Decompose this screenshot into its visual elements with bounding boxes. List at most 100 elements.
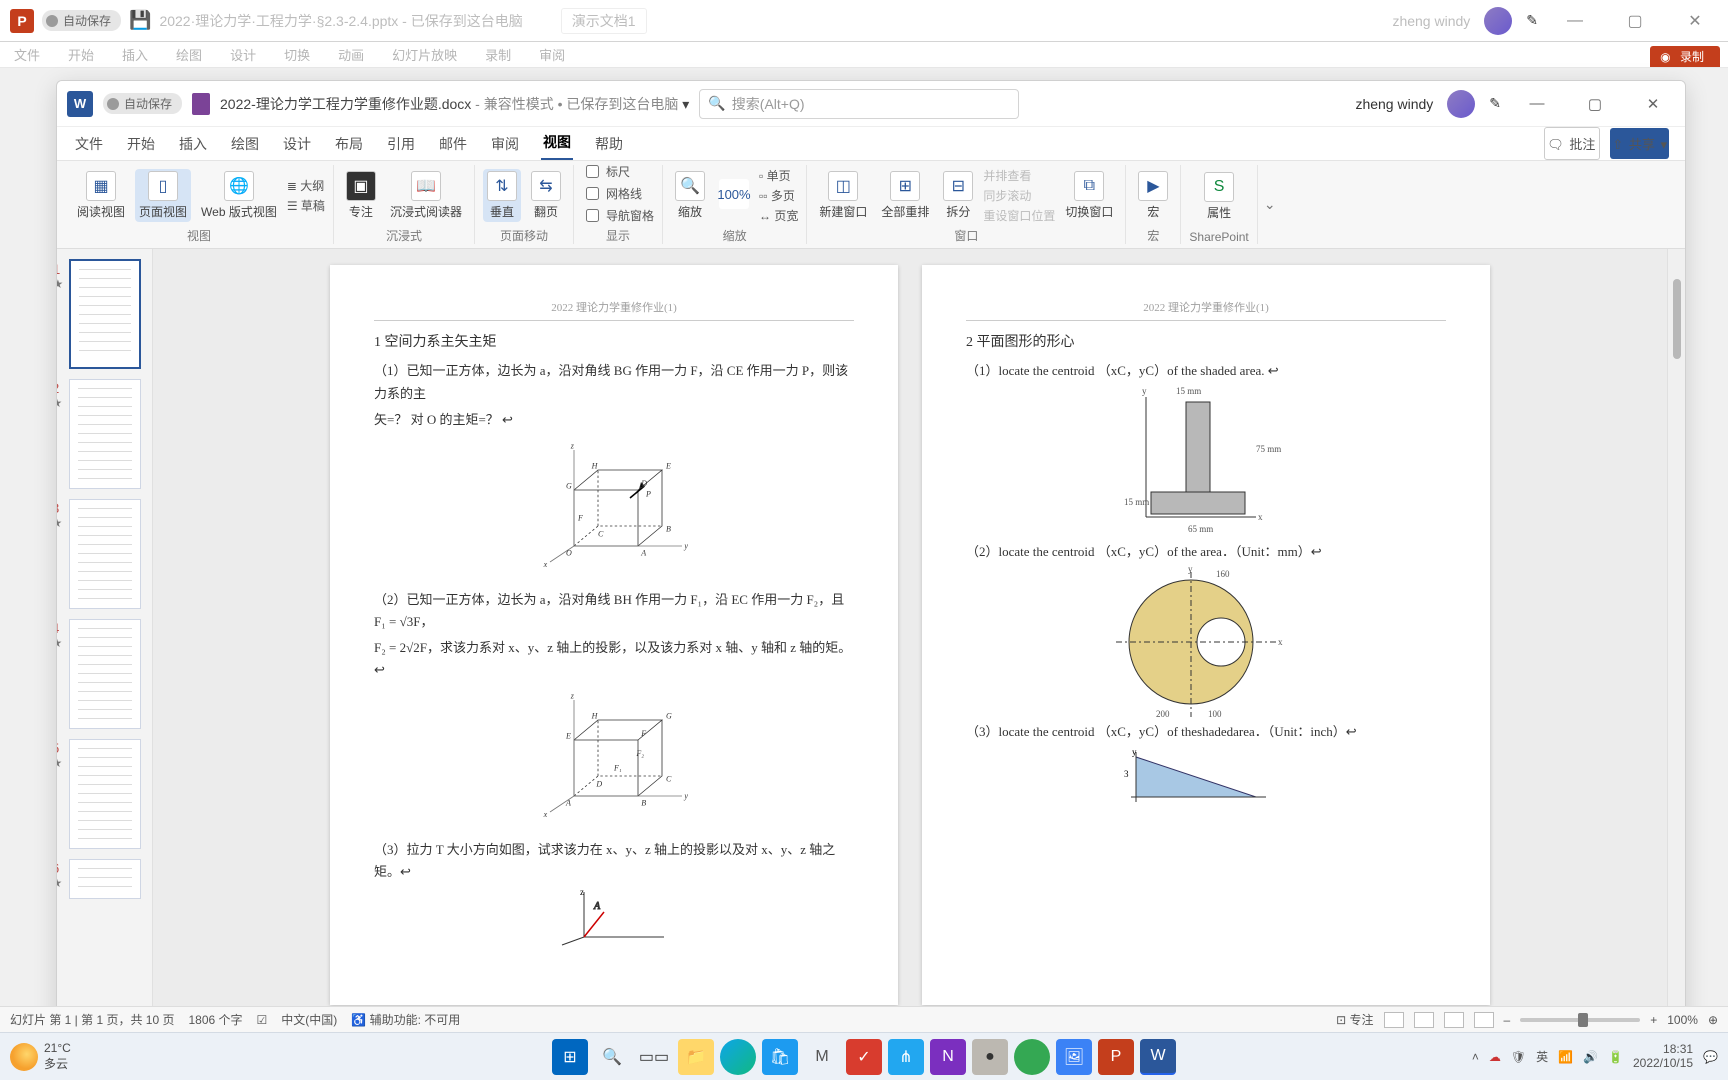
vertical-scrollbar[interactable]: [1667, 249, 1685, 1079]
arrange-all-button[interactable]: ⊞全部重排: [877, 169, 933, 222]
word-user-avatar[interactable]: [1447, 90, 1475, 118]
language-icon[interactable]: 英: [1536, 1048, 1548, 1065]
tab-home[interactable]: 开始: [125, 128, 157, 160]
focus-mode-button[interactable]: ▣专注: [342, 169, 380, 222]
pp-minimize-button[interactable]: —: [1552, 12, 1598, 30]
slideshow-view-button[interactable]: [1474, 1012, 1494, 1028]
print-layout-button[interactable]: ▯页面视图: [135, 169, 191, 222]
thumbnail-5[interactable]: 5★: [69, 739, 141, 849]
page-width-button[interactable]: ↔ 页宽: [759, 207, 798, 224]
language-indicator[interactable]: 中文(中国): [281, 1011, 337, 1028]
onenote-icon[interactable]: N: [930, 1039, 966, 1075]
page-canvas[interactable]: 2022 理论力学重修作业(1) 1 空间力系主矢主矩 （1）已知一正方体，边长…: [153, 249, 1667, 1079]
tab-file[interactable]: 文件: [73, 128, 105, 160]
onedrive-icon[interactable]: ☁: [1489, 1050, 1501, 1064]
comments-button[interactable]: 🗨 批注: [1544, 127, 1600, 160]
pp-tab[interactable]: 审阅: [533, 42, 571, 67]
pp-tab[interactable]: 插入: [116, 42, 154, 67]
pp-autosave-toggle[interactable]: 自动保存: [42, 10, 121, 31]
zoom-100-button[interactable]: 100%: [715, 177, 753, 213]
pp-tab[interactable]: 设计: [224, 42, 262, 67]
pen-icon[interactable]: ✎: [1526, 12, 1538, 29]
pp-tab[interactable]: 文件: [8, 42, 46, 67]
tab-draw[interactable]: 绘图: [229, 128, 261, 160]
zoom-out-button[interactable]: –: [1504, 1013, 1511, 1027]
share-button[interactable]: ⇧ 共享 ▾: [1610, 128, 1669, 159]
zoom-button[interactable]: 🔍缩放: [671, 169, 709, 222]
switch-windows-button[interactable]: ⧉切换窗口: [1061, 169, 1117, 222]
pp-secondary-tab[interactable]: 演示文档1: [561, 8, 647, 34]
mail-icon[interactable]: M: [804, 1039, 840, 1075]
pp-tab[interactable]: 动画: [332, 42, 370, 67]
tab-help[interactable]: 帮助: [593, 128, 625, 160]
word-maximize-button[interactable]: ▢: [1573, 95, 1617, 113]
tab-layout[interactable]: 布局: [333, 128, 365, 160]
app-icon[interactable]: ●: [972, 1039, 1008, 1075]
file-explorer-icon[interactable]: 📁: [678, 1039, 714, 1075]
word-count[interactable]: 1806 个字: [189, 1011, 243, 1028]
spellcheck-icon[interactable]: ☑: [257, 1013, 268, 1027]
gridlines-checkbox[interactable]: 网格线: [582, 184, 654, 203]
ribbon-collapse-button[interactable]: ⌄: [1258, 165, 1282, 244]
web-view-button[interactable]: [1444, 1012, 1464, 1028]
start-button[interactable]: ⊞: [552, 1039, 588, 1075]
clock[interactable]: 18:312022/10/15: [1633, 1043, 1693, 1071]
thumbnail-6[interactable]: 6★: [69, 859, 141, 899]
tab-view[interactable]: 视图: [541, 126, 573, 160]
one-page-button[interactable]: ▫ 单页: [759, 167, 798, 184]
word-taskbar-icon[interactable]: W: [1140, 1039, 1176, 1075]
tab-insert[interactable]: 插入: [177, 128, 209, 160]
zoom-slider[interactable]: [1520, 1018, 1640, 1022]
weather-widget[interactable]: 21°C多云: [10, 1041, 71, 1072]
normal-view-button[interactable]: [1384, 1012, 1404, 1028]
vertical-button[interactable]: ⇅垂直: [483, 169, 521, 222]
thumbnail-4[interactable]: 4★: [69, 619, 141, 729]
thumbnail-1[interactable]: 1★: [69, 259, 141, 369]
side-to-side-button[interactable]: ⇆翻页: [527, 169, 565, 222]
word-minimize-button[interactable]: —: [1515, 95, 1559, 112]
security-icon[interactable]: 🛡: [1511, 1050, 1526, 1064]
wifi-icon[interactable]: 📶: [1558, 1050, 1573, 1064]
thumbnail-pane[interactable]: 1★ 2★ 3★ 4★ 5★ 6★: [57, 249, 153, 1079]
focus-button[interactable]: ⊡ 专注: [1336, 1011, 1373, 1028]
accessibility-indicator[interactable]: ♿ 辅助功能: 不可用: [351, 1011, 460, 1028]
properties-button[interactable]: S属性: [1200, 170, 1238, 223]
todo-icon[interactable]: ✓: [846, 1039, 882, 1075]
ruler-checkbox[interactable]: 标尺: [582, 162, 654, 181]
tab-mailings[interactable]: 邮件: [437, 128, 469, 160]
tab-design[interactable]: 设计: [281, 128, 313, 160]
web-layout-button[interactable]: 🌐Web 版式视图: [197, 169, 281, 222]
edge-icon[interactable]: [720, 1039, 756, 1075]
thumbnail-3[interactable]: 3★: [69, 499, 141, 609]
reading-view-button[interactable]: [1414, 1012, 1434, 1028]
w-autosave-toggle[interactable]: 自动保存: [103, 93, 182, 114]
pp-tab[interactable]: 幻灯片放映: [386, 42, 463, 67]
battery-icon[interactable]: 🔋: [1608, 1050, 1623, 1064]
word-search-box[interactable]: 🔍 搜索(Alt+Q): [699, 89, 1019, 119]
vscode-icon[interactable]: ⋔: [888, 1039, 924, 1075]
pp-tab[interactable]: 开始: [62, 42, 100, 67]
thumbnail-2[interactable]: 2★: [69, 379, 141, 489]
volume-icon[interactable]: 🔊: [1583, 1050, 1598, 1064]
pp-tab[interactable]: 绘图: [170, 42, 208, 67]
task-view-button[interactable]: ▭▭: [636, 1039, 672, 1075]
multi-page-button[interactable]: ▫▫ 多页: [759, 187, 798, 204]
store-icon[interactable]: 🛍: [762, 1039, 798, 1075]
tab-review[interactable]: 审阅: [489, 128, 521, 160]
new-window-button[interactable]: ◫新建窗口: [815, 169, 871, 222]
read-mode-button[interactable]: ▦阅读视图: [73, 169, 129, 222]
search-button[interactable]: 🔍: [594, 1039, 630, 1075]
pp-user-avatar[interactable]: [1484, 7, 1512, 35]
pp-close-button[interactable]: ✕: [1672, 11, 1718, 31]
word-close-button[interactable]: ✕: [1631, 95, 1675, 113]
notifications-icon[interactable]: 💬: [1703, 1050, 1718, 1064]
split-button[interactable]: ⊟拆分: [939, 169, 977, 222]
immersive-reader-button[interactable]: 📖沉浸式阅读器: [386, 169, 466, 222]
nav-pane-checkbox[interactable]: 导航窗格: [582, 206, 654, 225]
pp-maximize-button[interactable]: ▢: [1612, 11, 1658, 31]
macros-button[interactable]: ▶宏: [1134, 169, 1172, 222]
powerpoint-taskbar-icon[interactable]: P: [1098, 1039, 1134, 1075]
outline-button[interactable]: ≣ 大纲: [287, 177, 325, 194]
wechat-icon[interactable]: [1014, 1039, 1050, 1075]
tab-references[interactable]: 引用: [385, 128, 417, 160]
